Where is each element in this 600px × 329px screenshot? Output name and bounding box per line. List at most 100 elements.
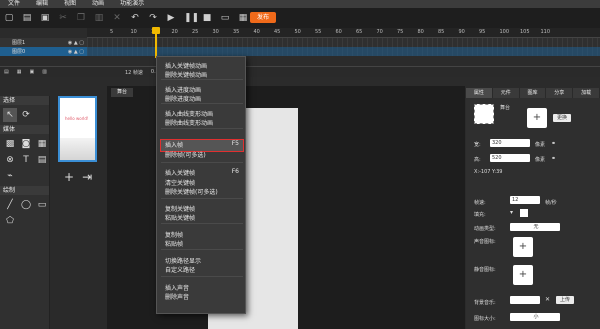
polygon-tool-icon[interactable]: ⬠: [3, 214, 17, 228]
menu-view[interactable]: 视图: [56, 0, 84, 8]
import-scene-icon[interactable]: ⇥: [82, 170, 92, 184]
context-menu-item[interactable]: 粘贴关键帧: [165, 213, 195, 222]
video-tool-icon[interactable]: ⊗: [3, 153, 17, 167]
context-menu-item[interactable]: 插入关键帧: [165, 168, 195, 177]
bg-music-input[interactable]: [510, 296, 540, 304]
stage-add-button[interactable]: +: [527, 108, 547, 128]
section-media[interactable]: 媒体: [0, 125, 49, 134]
coords-readout: X:-107 Y:39: [474, 169, 503, 175]
pointer-tool-icon[interactable]: ↖: [3, 108, 17, 122]
pause-icon[interactable]: ❚❚: [184, 13, 199, 23]
trash-icon[interactable]: ▥: [38, 69, 51, 75]
tab-library[interactable]: 图库: [519, 88, 547, 98]
folder-icon[interactable]: ▣: [25, 69, 38, 75]
qrcode-icon[interactable]: ▦: [238, 13, 248, 23]
cut-icon[interactable]: ✂: [58, 13, 68, 23]
menu-separator: [161, 103, 243, 104]
context-menu-item[interactable]: 粘贴帧: [165, 239, 183, 248]
delete-layer-icon[interactable]: ▦: [13, 69, 26, 75]
circle-tool-icon[interactable]: ◯: [19, 198, 33, 212]
sound-icon-add-button[interactable]: +: [513, 237, 533, 257]
menu-file[interactable]: 文件: [0, 0, 28, 8]
context-menu-item[interactable]: 插入帧: [165, 140, 183, 149]
context-menu-item[interactable]: 插入关键帧动画: [165, 61, 207, 70]
section-draw[interactable]: 绘制: [0, 186, 49, 195]
stop-icon[interactable]: ■: [202, 13, 212, 23]
link-icon[interactable]: ⚭: [551, 155, 556, 162]
delete-icon[interactable]: ✕: [112, 13, 122, 23]
height-unit: 像素: [535, 157, 546, 163]
context-menu-item[interactable]: 自定义路径: [165, 265, 195, 274]
context-menu-item[interactable]: 插入声音: [165, 283, 189, 292]
publish-button[interactable]: 发布: [250, 12, 276, 23]
paste-icon[interactable]: ▥: [94, 13, 104, 23]
layer-row[interactable]: 图层1 ◉ ▲ ▢: [0, 38, 87, 47]
preview-icon[interactable]: ▭: [220, 13, 230, 23]
stage-tab[interactable]: 舞台: [111, 88, 133, 97]
eye-icon[interactable]: ◉ ▲ ▢: [68, 40, 84, 46]
replace-button[interactable]: 更换: [553, 114, 571, 122]
mute-icon-add-button[interactable]: +: [513, 265, 533, 285]
frame-grid[interactable]: [87, 38, 600, 56]
tab-symbols[interactable]: 元件: [492, 88, 520, 98]
form-tool-icon[interactable]: ▤: [35, 153, 49, 167]
chart-tool-icon[interactable]: ⌁: [3, 169, 17, 183]
layer-row-selected[interactable]: 图层0 ◉ ▲ ▢: [0, 47, 87, 56]
rect-tool-icon[interactable]: ▭: [35, 198, 49, 212]
clear-icon[interactable]: ✕: [545, 296, 550, 303]
text-tool-icon[interactable]: T: [19, 153, 33, 167]
height-input[interactable]: 520: [490, 154, 530, 162]
play-icon[interactable]: ▶: [166, 13, 176, 23]
width-input[interactable]: 320: [490, 139, 530, 147]
tab-loading[interactable]: 加载: [573, 88, 600, 98]
eye-icon[interactable]: ◉ ▲ ▢: [68, 49, 84, 55]
section-select[interactable]: 选择: [0, 96, 49, 105]
tab-properties[interactable]: 属性: [466, 88, 493, 98]
context-menu-item[interactable]: 删除进度动画: [165, 94, 201, 103]
new-file-icon[interactable]: ▢: [4, 13, 14, 23]
icon-size-select[interactable]: 小: [510, 313, 560, 321]
tab-share[interactable]: 分享: [546, 88, 574, 98]
context-menu-item[interactable]: 复制帧: [165, 230, 183, 239]
bg-music-label: 背景音乐:: [474, 300, 496, 306]
playhead-handle[interactable]: [152, 27, 160, 34]
anim-type-select[interactable]: 无: [510, 223, 560, 231]
context-menu-item[interactable]: 删除关键帧动画: [165, 70, 207, 79]
context-menu-item[interactable]: 插入进度动画: [165, 85, 201, 94]
context-menu-item[interactable]: 切换路径显示: [165, 256, 201, 265]
icon-size-label: 图标大小:: [474, 316, 496, 322]
context-menu-item[interactable]: 清空关键帧: [165, 178, 195, 187]
menu-separator: [161, 79, 243, 80]
image-tool-icon[interactable]: ▩: [3, 137, 17, 151]
copy-icon[interactable]: ❐: [76, 13, 86, 23]
transform-tool-icon[interactable]: ⟳: [19, 108, 33, 122]
grid-tool-icon[interactable]: ▦: [35, 137, 49, 151]
menu-demo[interactable]: 功能演示: [112, 0, 152, 8]
redo-icon[interactable]: ↷: [148, 13, 158, 23]
context-menu-item[interactable]: 插入曲线变形动画: [165, 109, 213, 118]
context-menu-item[interactable]: 删除关键帧(可多选): [165, 187, 218, 196]
undo-icon[interactable]: ↶: [130, 13, 140, 23]
context-menu-item[interactable]: 复制关键帧: [165, 204, 195, 213]
fps-input[interactable]: 12: [510, 196, 540, 204]
paint-bucket-icon[interactable]: ▾: [510, 209, 513, 216]
line-tool-icon[interactable]: ╱: [3, 198, 17, 212]
app-window: 文件 编辑 视图 动画 功能演示 ▢ ▤ ▣ ✂ ❐ ▥ ✕ ↶ ↷ ▶ ❚❚ …: [0, 0, 600, 329]
context-menu-item[interactable]: 删除声音: [165, 292, 189, 301]
menu-separator: [161, 128, 243, 129]
context-menu-item[interactable]: 删除帧(可多选): [165, 150, 206, 159]
timeline-ruler[interactable]: 5101520253035404550556065707580859095100…: [87, 28, 600, 38]
upload-button[interactable]: 上传: [556, 296, 574, 304]
link-icon[interactable]: ⚭: [551, 140, 556, 147]
add-scene-icon[interactable]: +: [64, 170, 74, 184]
scene-thumbnail[interactable]: hello world!: [58, 96, 97, 162]
timeline-footer: ▤ ▦ ▣ ▥ 12 帧速 0.00s: [0, 66, 600, 77]
save-icon[interactable]: ▣: [40, 13, 50, 23]
fill-color-swatch[interactable]: [520, 209, 528, 217]
open-folder-icon[interactable]: ▤: [22, 13, 32, 23]
symbol-tool-icon[interactable]: ◙: [19, 137, 33, 151]
menu-edit[interactable]: 编辑: [28, 0, 56, 8]
add-layer-icon[interactable]: ▤: [0, 69, 13, 75]
menu-animation[interactable]: 动画: [84, 0, 112, 8]
context-menu-item[interactable]: 删除曲线变形动画: [165, 118, 213, 127]
